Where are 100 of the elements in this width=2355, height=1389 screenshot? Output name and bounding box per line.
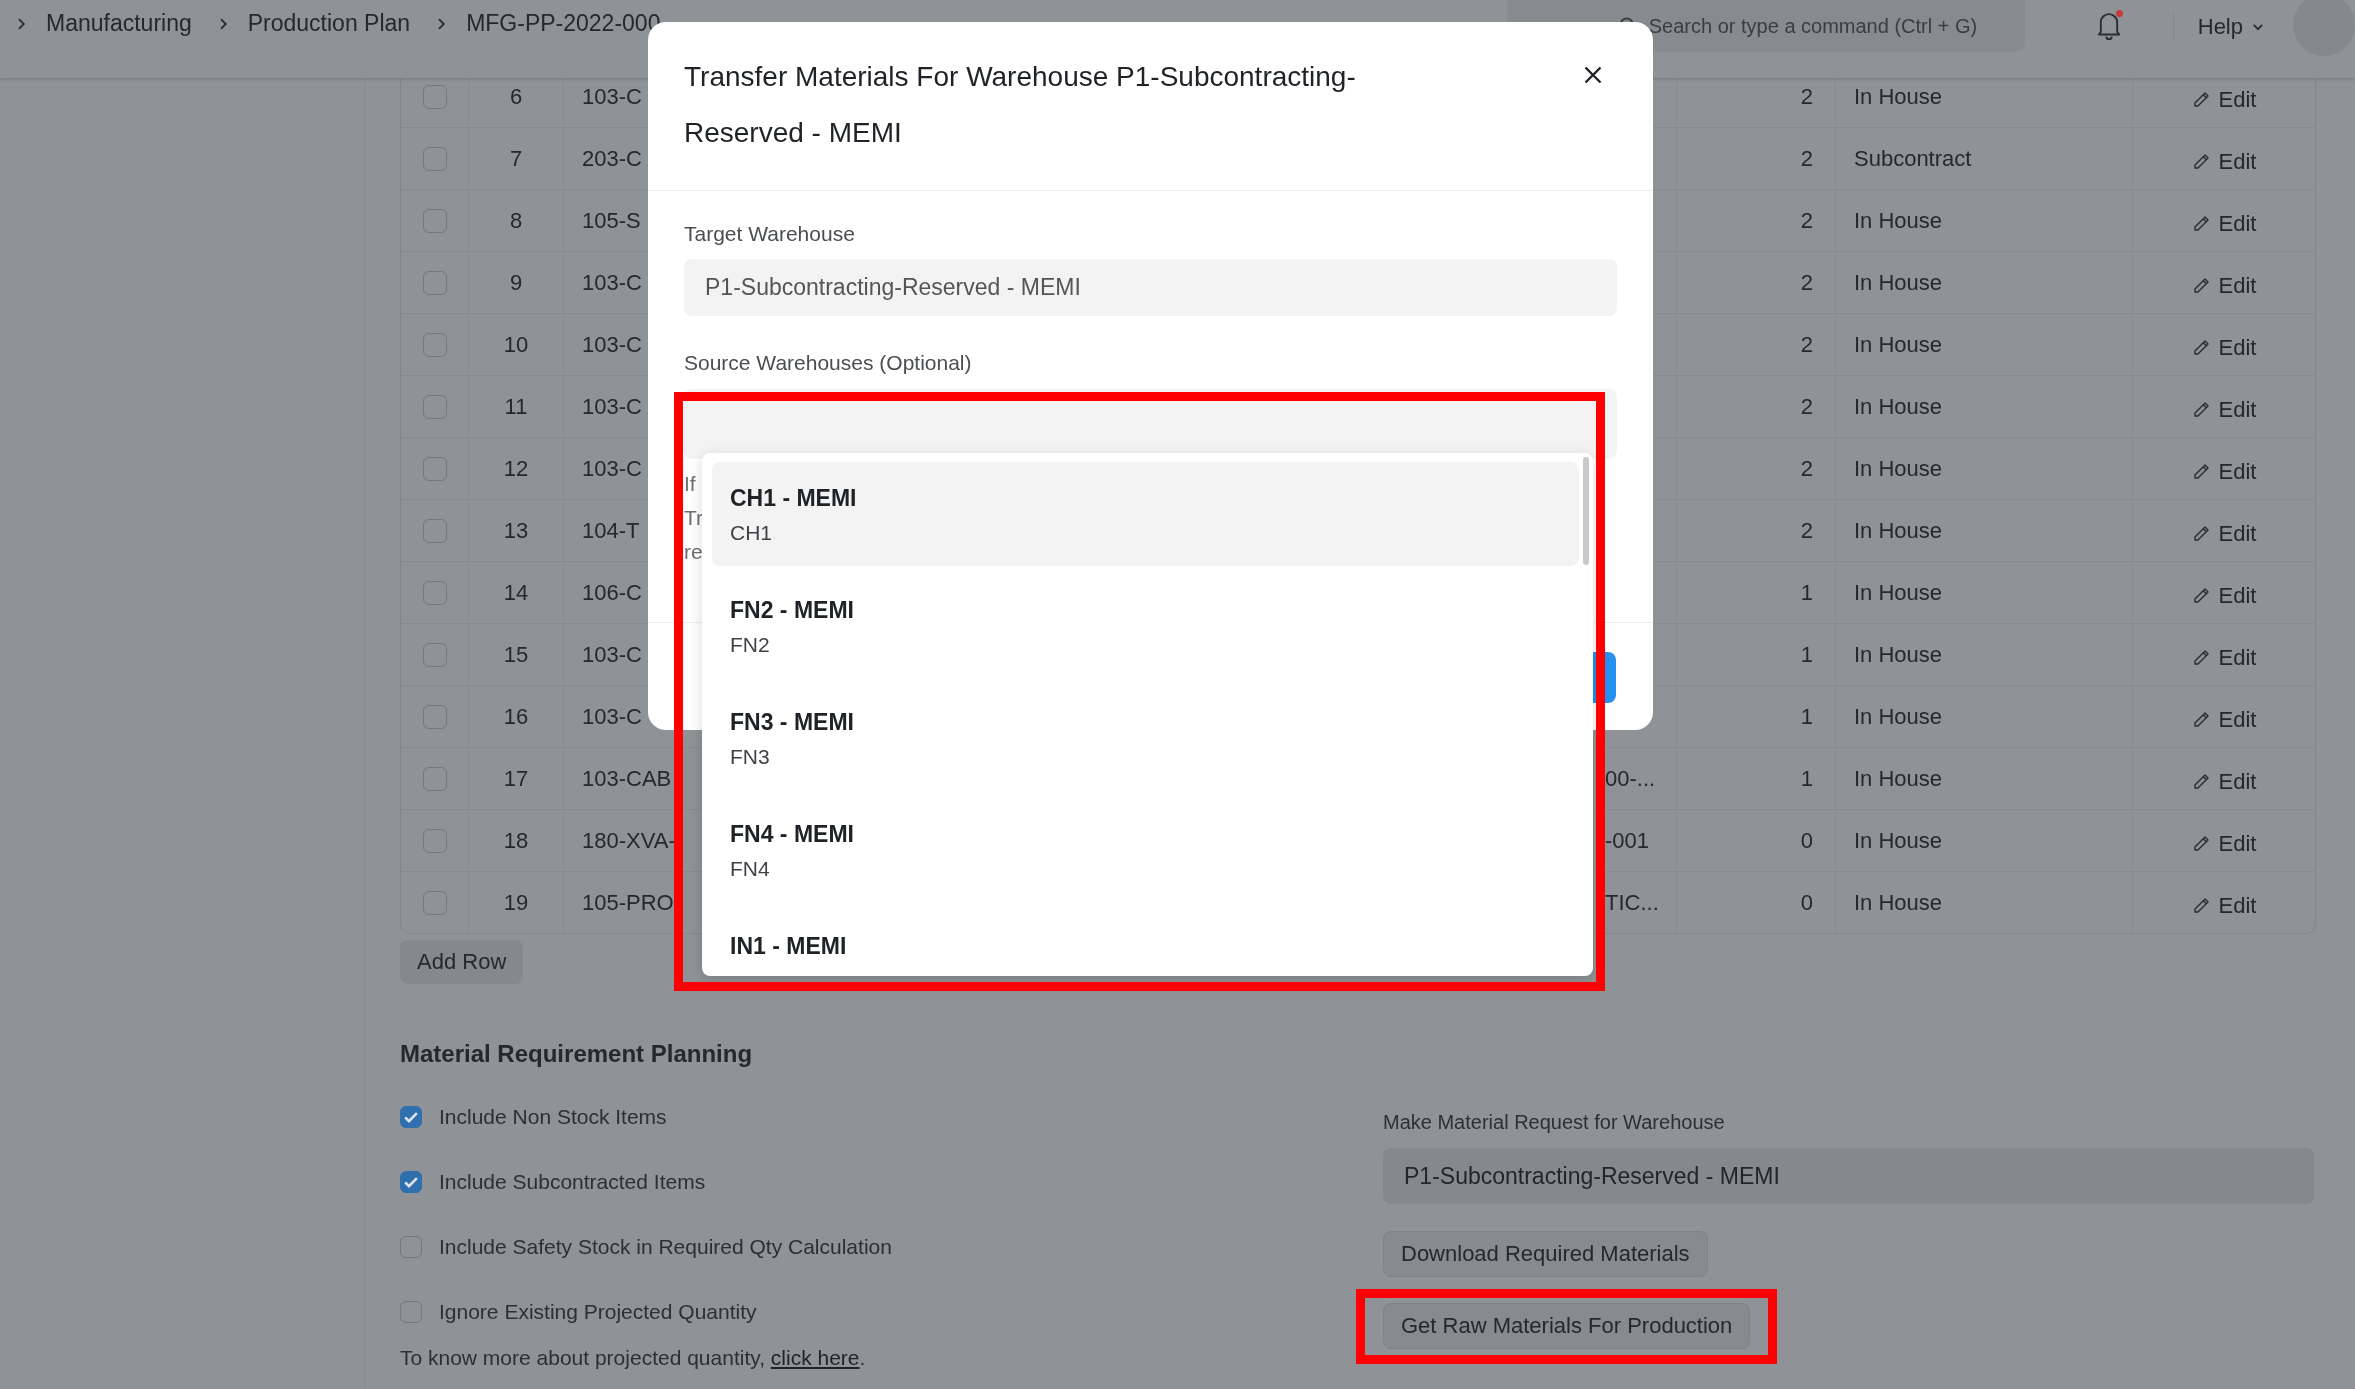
table-cell: In House bbox=[1854, 517, 1943, 544]
warehouse-field[interactable]: P1-Subcontracting-Reserved - MEMI bbox=[1383, 1148, 2314, 1204]
help-menu[interactable]: Help bbox=[2172, 12, 2265, 42]
row-checkbox[interactable] bbox=[422, 642, 447, 667]
action-button[interactable]: Download Required Materials bbox=[1383, 1231, 1708, 1277]
help-text: To know more about projected quantity, click here. bbox=[400, 1346, 867, 1370]
row-number: 13 bbox=[503, 517, 529, 544]
table-cell: 103-C bbox=[582, 331, 642, 358]
pencil-icon bbox=[2191, 152, 2211, 171]
help-text: Tr bbox=[684, 505, 702, 531]
target-warehouse-field[interactable]: P1-Subcontracting-Reserved - MEMI bbox=[684, 259, 1617, 316]
checkbox-label: Ignore Existing Projected Quantity bbox=[439, 1299, 757, 1324]
row-checkbox[interactable] bbox=[422, 704, 447, 729]
edit-link[interactable]: Edit bbox=[2191, 272, 2257, 299]
help-text: If bbox=[684, 471, 697, 497]
table-cell: 2 bbox=[1800, 517, 1813, 544]
row-number: 16 bbox=[503, 703, 529, 730]
checkbox[interactable] bbox=[400, 1300, 422, 1323]
pencil-icon bbox=[2191, 276, 2211, 295]
dropdown-option[interactable]: FN2 - MEMI FN2 bbox=[712, 574, 1579, 678]
checkbox[interactable] bbox=[400, 1170, 422, 1193]
table-cell: 103-C bbox=[582, 703, 642, 730]
edit-link[interactable]: Edit bbox=[2191, 396, 2257, 423]
pencil-icon bbox=[2191, 772, 2211, 791]
row-number: 12 bbox=[503, 455, 529, 482]
checkbox-label: Include Safety Stock in Required Qty Calculation bbox=[439, 1234, 892, 1259]
scrollbar[interactable] bbox=[1583, 457, 1589, 565]
row-checkbox[interactable] bbox=[422, 84, 447, 109]
table-cell: 104-T bbox=[582, 517, 640, 544]
edit-link[interactable]: Edit bbox=[2191, 458, 2257, 485]
table-cell: 2 bbox=[1800, 207, 1813, 234]
dropdown-option[interactable]: FN3 - MEMI FN3 bbox=[712, 686, 1579, 790]
pencil-icon bbox=[2191, 214, 2211, 233]
click-here-link[interactable]: click here bbox=[770, 1346, 860, 1369]
row-checkbox[interactable] bbox=[422, 332, 447, 357]
table-cell: 0 bbox=[1800, 827, 1813, 854]
pencil-icon bbox=[2191, 338, 2211, 357]
row-checkbox[interactable] bbox=[422, 394, 447, 419]
pencil-icon bbox=[2191, 834, 2211, 853]
edit-link[interactable]: Edit bbox=[2191, 768, 2257, 795]
edit-link[interactable]: Edit bbox=[2191, 582, 2257, 609]
dropdown-option[interactable]: IN1 - MEMI bbox=[712, 910, 1579, 976]
row-number: 8 bbox=[509, 207, 523, 234]
row-number: 7 bbox=[509, 145, 523, 172]
edit-link[interactable]: Edit bbox=[2191, 210, 2257, 237]
table-cell: -001 bbox=[1605, 827, 1650, 854]
edit-link[interactable]: Edit bbox=[2191, 334, 2257, 361]
row-checkbox[interactable] bbox=[422, 580, 447, 605]
table-cell: 0 bbox=[1800, 889, 1813, 916]
row-number: 9 bbox=[509, 269, 523, 296]
table-cell: In House bbox=[1854, 579, 1943, 606]
table-cell: 1 bbox=[1800, 703, 1813, 730]
row-checkbox[interactable] bbox=[422, 890, 447, 915]
table-cell: In House bbox=[1854, 889, 1943, 916]
table-cell: 1 bbox=[1800, 579, 1813, 606]
pencil-icon bbox=[2191, 400, 2211, 419]
table-cell: In House bbox=[1854, 827, 1943, 854]
row-checkbox[interactable] bbox=[422, 518, 447, 543]
dialog-title: Transfer Materials For Warehouse P1-Subcontracting-Reserved - MEMI bbox=[684, 60, 1357, 150]
row-checkbox[interactable] bbox=[422, 828, 447, 853]
pencil-icon bbox=[2191, 462, 2211, 481]
add-row-button[interactable]: Add Row bbox=[400, 940, 524, 984]
edit-link[interactable]: Edit bbox=[2191, 520, 2257, 547]
table-cell: 106-C bbox=[582, 579, 642, 606]
row-checkbox[interactable] bbox=[422, 456, 447, 481]
table-cell: 180-XVA- bbox=[582, 827, 676, 854]
row-number: 18 bbox=[503, 827, 529, 854]
row-checkbox[interactable] bbox=[422, 766, 447, 791]
help-text: re bbox=[684, 539, 702, 565]
row-number: 15 bbox=[503, 641, 529, 668]
edit-link[interactable]: Edit bbox=[2191, 706, 2257, 733]
edit-link[interactable]: Edit bbox=[2191, 830, 2257, 857]
table-cell: 2 bbox=[1800, 393, 1813, 420]
table-cell: In House bbox=[1854, 641, 1943, 668]
pencil-icon bbox=[2191, 586, 2211, 605]
table-cell: 203-C bbox=[582, 145, 642, 172]
checkbox[interactable] bbox=[400, 1105, 422, 1128]
dropdown-option[interactable]: CH1 - MEMI CH1 bbox=[712, 462, 1579, 566]
checkbox-label: Include Non Stock Items bbox=[439, 1104, 667, 1129]
edit-link[interactable]: Edit bbox=[2191, 86, 2257, 113]
table-cell: 2 bbox=[1800, 455, 1813, 482]
table-cell: In House bbox=[1854, 765, 1943, 792]
checkbox-label: Include Subcontracted Items bbox=[439, 1169, 706, 1194]
table-cell: 103-C bbox=[582, 455, 642, 482]
row-checkbox[interactable] bbox=[422, 208, 447, 233]
pencil-icon bbox=[2191, 90, 2211, 109]
row-checkbox[interactable] bbox=[422, 146, 447, 171]
breadcrumb-link[interactable]: Production Plan bbox=[247, 10, 411, 37]
table-cell: 2 bbox=[1800, 145, 1813, 172]
table-cell: 103-C bbox=[582, 83, 642, 110]
checkbox[interactable] bbox=[400, 1235, 422, 1258]
edit-link[interactable]: Edit bbox=[2191, 644, 2257, 671]
table-cell: 103-C bbox=[582, 269, 642, 296]
edit-link[interactable]: Edit bbox=[2191, 892, 2257, 919]
row-number: 14 bbox=[503, 579, 529, 606]
action-button[interactable]: Get Raw Materials For Production bbox=[1383, 1303, 1751, 1349]
breadcrumb-link[interactable]: Manufacturing bbox=[46, 10, 192, 37]
edit-link[interactable]: Edit bbox=[2191, 148, 2257, 175]
row-checkbox[interactable] bbox=[422, 270, 447, 295]
dropdown-option[interactable]: FN4 - MEMI FN4 bbox=[712, 798, 1579, 902]
